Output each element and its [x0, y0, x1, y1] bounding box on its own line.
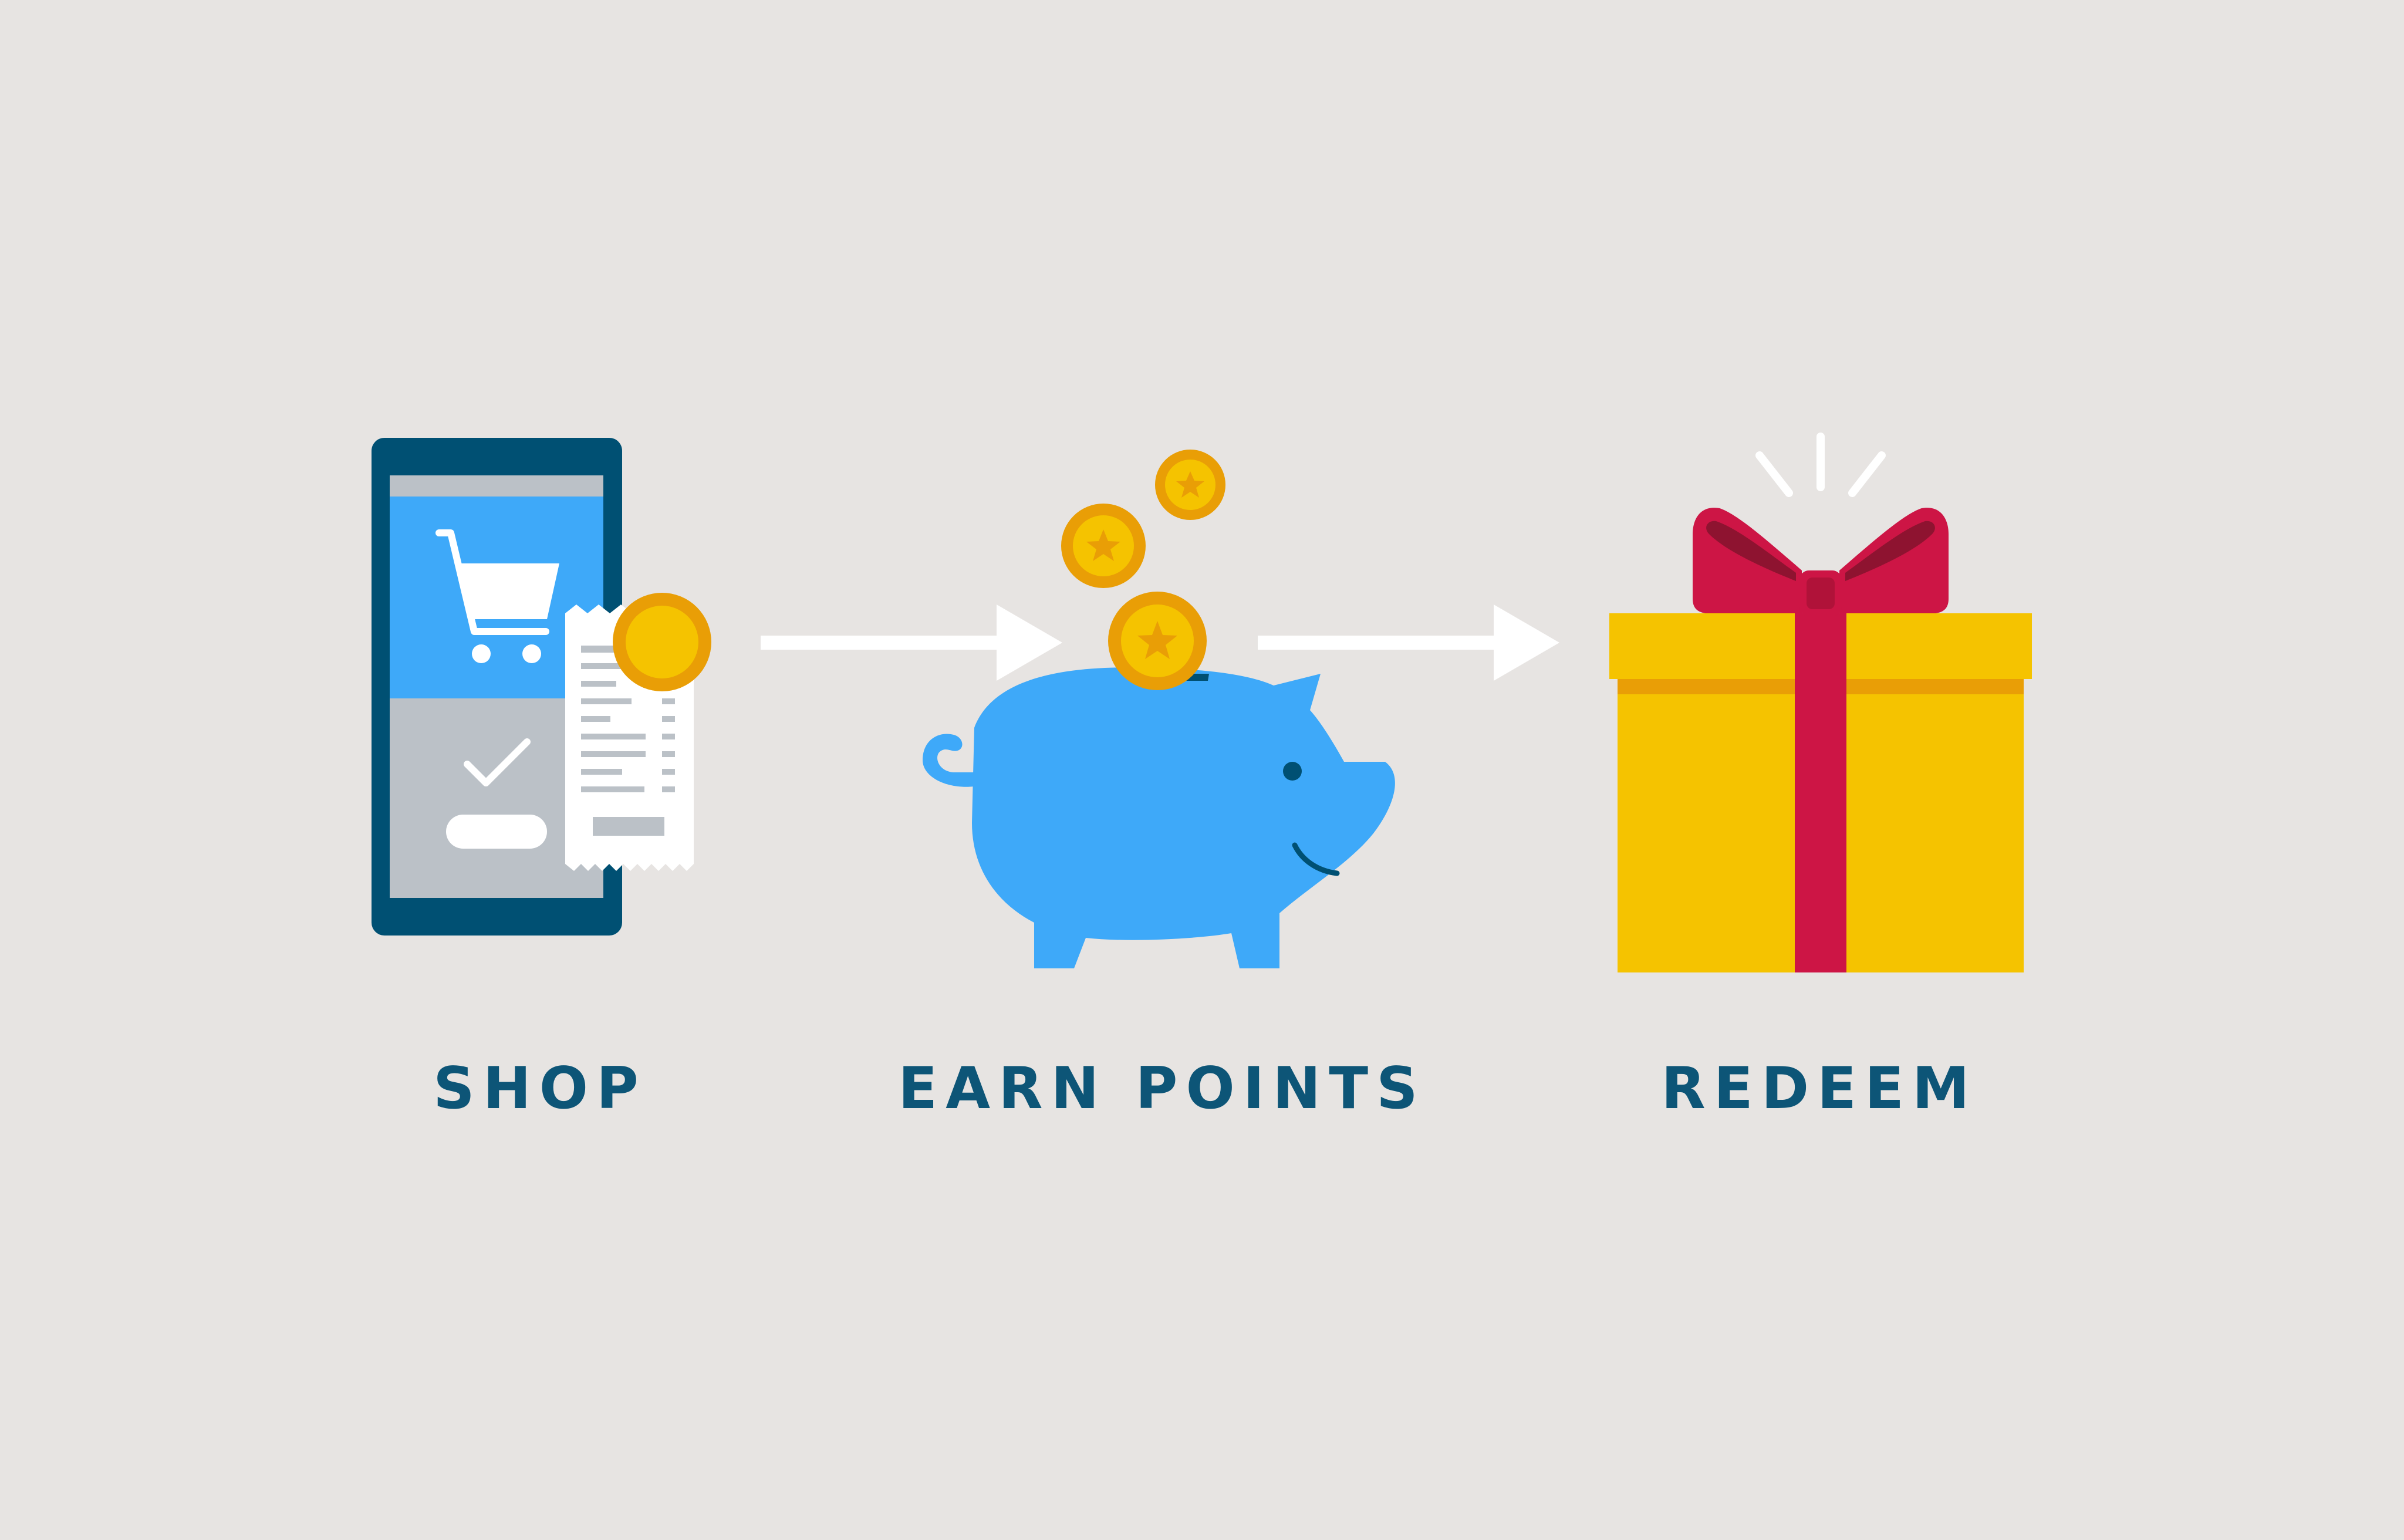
- coin-with-star-icon: [1108, 592, 1207, 690]
- arrow-right-icon: [1258, 604, 1559, 681]
- step-label-shop: SHOP: [433, 1055, 647, 1122]
- step-label-redeem: REDEEM: [1661, 1055, 1978, 1122]
- gift-box-icon: [1609, 433, 2032, 972]
- arrow-right-icon: [761, 604, 1062, 681]
- process-diagram: SHOP EARN POINTS REDEEM: [0, 0, 2404, 1540]
- coin-with-star-icon: [1061, 504, 1146, 588]
- coin-with-star-icon: [1155, 450, 1225, 520]
- coin-icon: [613, 593, 711, 691]
- piggy-bank-icon: [923, 667, 1395, 968]
- step-label-earn-points: EARN POINTS: [898, 1055, 1426, 1122]
- diagram-artwork: [372, 433, 2032, 972]
